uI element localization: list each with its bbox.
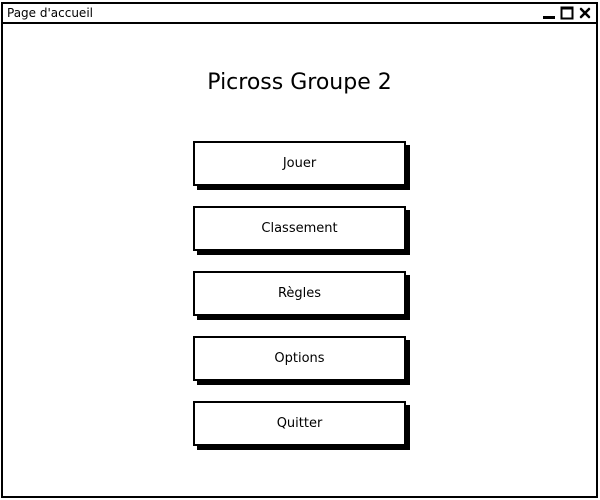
maximize-icon bbox=[560, 6, 574, 20]
options-button[interactable]: Options bbox=[193, 336, 406, 381]
play-button-label: Jouer bbox=[282, 155, 317, 171]
maximize-button[interactable] bbox=[560, 6, 574, 20]
window-titlebar[interactable]: Page d'accueil bbox=[3, 4, 596, 24]
close-icon bbox=[578, 6, 592, 20]
rules-button-label: Règles bbox=[277, 285, 322, 301]
minimize-icon bbox=[542, 6, 556, 20]
quit-button-label: Quitter bbox=[276, 415, 323, 431]
window-title: Page d'accueil bbox=[7, 6, 93, 20]
options-button-label: Options bbox=[274, 350, 325, 366]
home-content: Picross Groupe 2 Jouer Classement Règles… bbox=[3, 26, 596, 496]
minimize-button[interactable] bbox=[542, 6, 556, 20]
ranking-button[interactable]: Classement bbox=[193, 206, 406, 251]
close-button[interactable] bbox=[578, 6, 592, 20]
ranking-button-label: Classement bbox=[261, 220, 338, 236]
main-window: Page d'accueil Picross Groupe 2 Jouer Cl… bbox=[1, 2, 598, 498]
rules-button[interactable]: Règles bbox=[193, 271, 406, 316]
play-button[interactable]: Jouer bbox=[193, 141, 406, 186]
page-title: Picross Groupe 2 bbox=[207, 70, 392, 95]
quit-button[interactable]: Quitter bbox=[193, 401, 406, 446]
window-controls bbox=[542, 6, 592, 20]
